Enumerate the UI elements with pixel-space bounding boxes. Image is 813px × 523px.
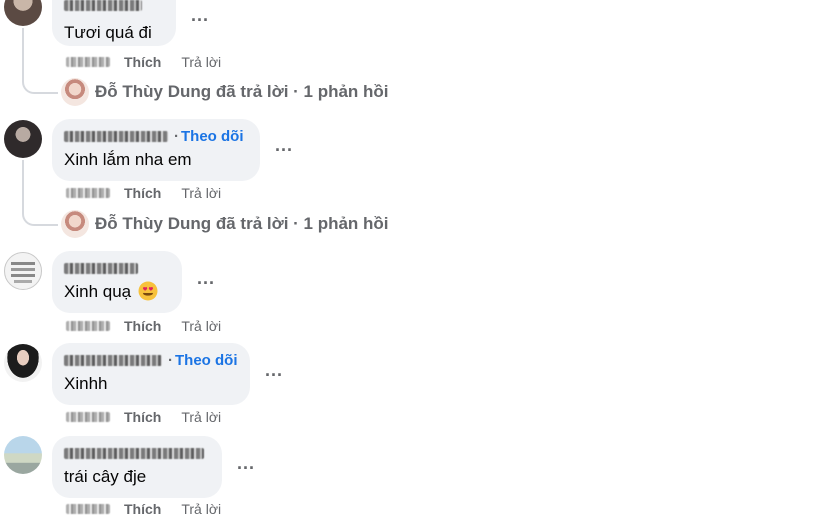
comment-bubble: · Theo dõi Xinh lắm nha em <box>52 119 260 181</box>
more-options-button[interactable]: ... <box>265 360 283 381</box>
commenter-name[interactable] <box>64 130 168 142</box>
reply-button[interactable]: Trả lời <box>181 54 221 70</box>
comment-text: Xinh lắm nha em <box>64 150 192 169</box>
comment-text: Xinh quạ <box>64 281 170 303</box>
more-options-button[interactable]: ... <box>197 268 215 289</box>
comment-timestamp[interactable] <box>66 321 110 331</box>
replier-avatar <box>61 210 89 238</box>
reply-summary-text: Đỗ Thùy Dung đã trả lời · 1 phản hồi <box>95 82 389 101</box>
comment-bubble: Tươi quá đi <box>52 0 176 46</box>
like-button[interactable]: Thích <box>124 185 161 201</box>
like-button[interactable]: Thích <box>124 54 161 70</box>
reply-button[interactable]: Trả lời <box>181 501 221 517</box>
commenter-name[interactable] <box>64 447 204 459</box>
view-replies-link[interactable]: Đỗ Thùy Dung đã trả lời · 1 phản hồi <box>61 209 389 239</box>
commenter-name[interactable] <box>64 262 138 274</box>
comment-bubble: trái cây đje <box>52 436 222 498</box>
reply-thread-line <box>22 28 58 94</box>
like-button[interactable]: Thích <box>124 501 161 517</box>
comment-actions: Thích Trả lời <box>66 184 221 202</box>
comment-timestamp[interactable] <box>66 188 110 198</box>
comment-actions: Thích Trả lời <box>66 53 221 71</box>
view-replies-link[interactable]: Đỗ Thùy Dung đã trả lời · 1 phản hồi <box>61 77 389 107</box>
like-button[interactable]: Thích <box>124 409 161 425</box>
reply-button[interactable]: Trả lời <box>181 318 221 334</box>
like-button[interactable]: Thích <box>124 318 161 334</box>
more-options-button[interactable]: ... <box>275 135 293 156</box>
comment-section: Tươi quá đi ... Thích Trả lời Đỗ Thùy Du… <box>0 0 813 523</box>
comment-text: Tươi quá đi <box>64 23 152 42</box>
reply-thread-line <box>22 160 58 226</box>
comment-timestamp[interactable] <box>66 504 110 514</box>
comment-text: trái cây đje <box>64 467 147 486</box>
commenter-avatar[interactable] <box>4 344 42 382</box>
commenter-avatar[interactable] <box>4 120 42 158</box>
comment-timestamp[interactable] <box>66 412 110 422</box>
reply-button[interactable]: Trả lời <box>181 409 221 425</box>
reply-summary-text: Đỗ Thùy Dung đã trả lời · 1 phản hồi <box>95 214 389 233</box>
commenter-avatar[interactable] <box>4 252 42 290</box>
comment-actions: Thích Trả lời <box>66 317 221 335</box>
follow-button[interactable]: Theo dõi <box>181 128 244 145</box>
comment-actions: Thích Trả lời <box>66 500 221 518</box>
commenter-name[interactable] <box>64 0 142 11</box>
more-options-button[interactable]: ... <box>237 453 255 474</box>
comment-actions: Thích Trả lời <box>66 408 221 426</box>
comment-bubble: Xinh quạ <box>52 251 182 313</box>
comment-text: Xinhh <box>64 374 108 393</box>
comment-timestamp[interactable] <box>66 57 110 67</box>
comment-bubble: · Theo dõi Xinhh <box>52 343 250 405</box>
commenter-avatar[interactable] <box>4 436 42 474</box>
heart-eyes-emoji-icon <box>138 281 158 301</box>
commenter-name[interactable] <box>64 354 162 366</box>
commenter-avatar[interactable] <box>4 0 42 26</box>
more-options-button[interactable]: ... <box>191 5 209 26</box>
reply-button[interactable]: Trả lời <box>181 185 221 201</box>
replier-avatar <box>61 78 89 106</box>
follow-button[interactable]: Theo dõi <box>175 352 238 369</box>
